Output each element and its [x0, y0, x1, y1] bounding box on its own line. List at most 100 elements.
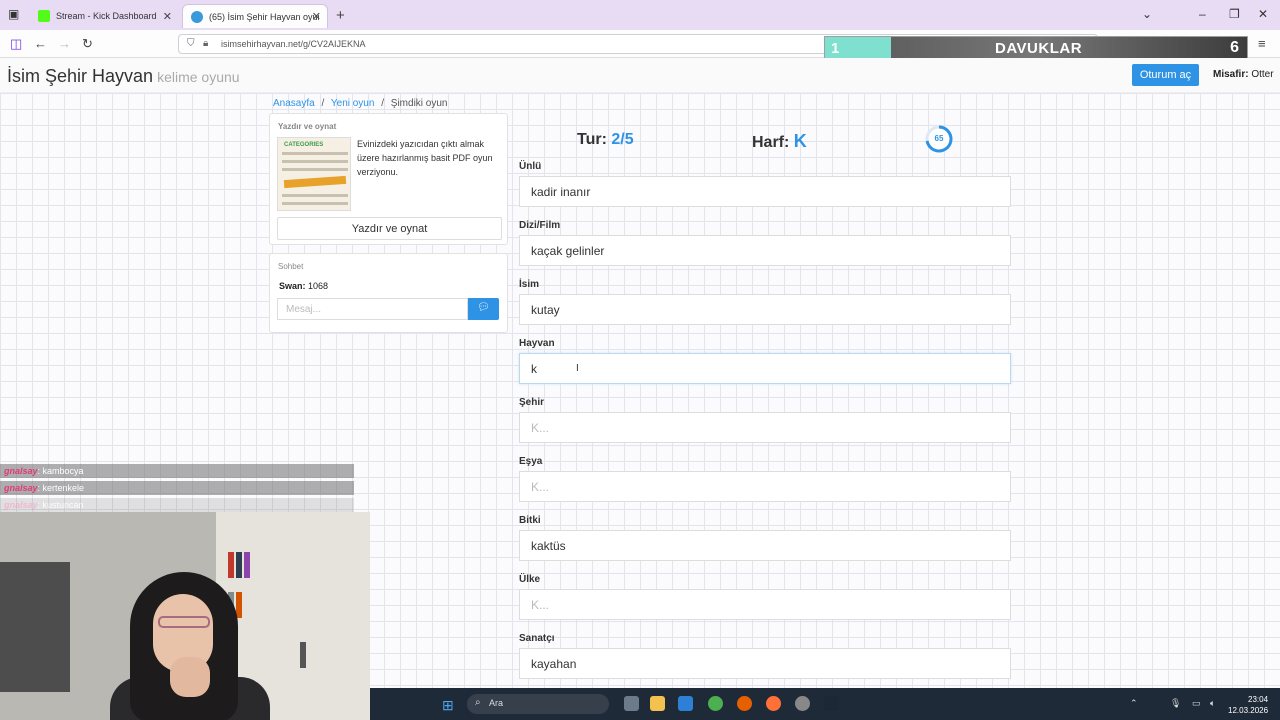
site-logo[interactable]: İsim Şehir Hayvan kelime oyunu — [7, 66, 240, 87]
letter-label: Harf: — [752, 134, 790, 151]
print-and-play-button[interactable]: Yazdır ve oynat — [277, 217, 502, 240]
maximize-icon[interactable]: ❐ — [1229, 7, 1240, 21]
url-text: isimsehirhayvan.net/g/CV2AIJEKNA — [221, 39, 366, 49]
answer-input[interactable]: kaktüs — [519, 530, 1011, 561]
sidebar-toggle-icon[interactable]: ◫ — [10, 36, 22, 52]
close-tab-icon[interactable]: ✕ — [312, 10, 321, 23]
stream-chat-user: gnalsay — [4, 483, 38, 493]
menu-icon[interactable]: ≡ — [1258, 36, 1266, 51]
panel-title: Yazdır ve oynat — [278, 122, 337, 131]
field-label: Sanatçı — [519, 633, 555, 644]
field-label: Hayvan — [519, 338, 555, 349]
field-label: Bitki — [519, 515, 541, 526]
reload-icon[interactable]: ↻ — [82, 36, 93, 52]
stream-chat-text: : kambocya — [37, 466, 84, 476]
close-tab-icon[interactable]: ✕ — [163, 10, 172, 23]
tab-overview-icon[interactable]: ▣ — [8, 7, 19, 21]
tab-title: Stream - Kick Dashboard — [56, 11, 157, 21]
stream-chat-message: gnalsay: kustuncan — [0, 498, 354, 512]
site-header: İsim Şehir Hayvan kelime oyunu Oturum aç … — [0, 58, 1280, 93]
tab-title: (65) İsim Şehir Hayvan oyununa — [209, 11, 319, 22]
stream-chat-text: : kertenkele — [37, 483, 85, 493]
stream-chat-user: gnalsay — [4, 500, 38, 510]
chat-message: Swan: 1068 — [279, 281, 328, 291]
text-cursor-icon: I — [576, 363, 579, 374]
volume-icon[interactable]: 🔈︎ — [1210, 698, 1215, 709]
tab-list-chevron-icon[interactable]: ⌄ — [1142, 7, 1152, 21]
stream-chat-message: gnalsay: kambocya — [0, 464, 354, 478]
breadcrumb-current: Şimdiki oyun — [390, 98, 448, 109]
chat-message-user: Swan: — [279, 281, 306, 291]
answer-input[interactable]: kadir inanır — [519, 176, 1011, 207]
store-icon[interactable] — [678, 696, 693, 711]
taskbar-search[interactable]: ⌕ Ara — [467, 694, 609, 714]
answer-input[interactable]: K... — [519, 589, 1011, 620]
field-label: Ünlü — [519, 161, 542, 172]
letter-indicator: Harf: K — [752, 131, 807, 152]
print-description: Evinizdeki yazıcıdan çıktı almak üzere h… — [357, 139, 493, 177]
site-favicon-icon — [191, 10, 203, 23]
shield-icon[interactable]: ⛉ — [187, 38, 195, 49]
new-tab-icon[interactable]: + — [336, 7, 345, 24]
tab-kick-dashboard[interactable]: Stream - Kick Dashboard ✕ — [30, 4, 178, 28]
guest-indicator: Misafir: Otter — [1213, 69, 1274, 80]
login-button[interactable]: Oturum aç — [1132, 64, 1199, 86]
firefox-active-icon[interactable] — [766, 696, 781, 711]
windows-start-icon[interactable]: ⊞ — [442, 697, 454, 714]
microphone-icon[interactable]: 🎙︎ — [1170, 698, 1181, 709]
webcam-feed — [0, 512, 370, 720]
tab-isim-sehir-hayvan[interactable]: (65) İsim Şehir Hayvan oyununa ✕ — [182, 4, 328, 28]
back-arrow-icon[interactable]: ← — [34, 36, 47, 51]
stream-chat-text: : kustuncan — [37, 500, 84, 510]
clock-time: 23:04 — [1248, 695, 1269, 704]
answer-input[interactable]: K... — [519, 471, 1011, 502]
speech-bubble-icon: 💬︎ — [477, 302, 490, 313]
guest-name: Otter — [1251, 69, 1274, 80]
panel-title: Sohbet — [278, 262, 304, 271]
round-value: 2/5 — [611, 131, 634, 148]
print-and-play-panel: Yazdır ve oynat CATEGORIES Evinizdeki ya… — [269, 113, 508, 245]
window-close-icon[interactable]: ✕ — [1258, 7, 1268, 21]
answer-input[interactable]: k — [519, 353, 1011, 384]
chat-message-input[interactable]: Mesaj... — [277, 298, 468, 320]
minimize-icon[interactable]: – — [1199, 7, 1206, 21]
guest-label: Misafir: — [1213, 69, 1249, 80]
round-indicator: Tur: 2/5 — [577, 131, 634, 149]
breadcrumb-home-link[interactable]: Anasayfa — [273, 98, 315, 109]
network-icon[interactable]: ▭ — [1192, 698, 1201, 709]
obs-icon[interactable] — [795, 696, 810, 711]
breadcrumb-new-game-link[interactable]: Yeni oyun — [331, 98, 375, 109]
forward-arrow-icon[interactable]: → — [58, 36, 71, 51]
answer-input[interactable]: K... — [519, 412, 1011, 443]
field-label: Eşya — [519, 456, 543, 467]
answer-input[interactable]: kayahan — [519, 648, 1011, 679]
print-thumbnail-image[interactable]: CATEGORIES — [277, 137, 351, 211]
stream-chat-message: gnalsay: kertenkele — [0, 481, 354, 495]
overlay-title: DAVUKLAR — [995, 40, 1083, 57]
clock-date: 12.03.2026 — [1228, 706, 1269, 715]
field-label: Ülke — [519, 574, 541, 585]
chat-message-text: 1068 — [308, 281, 329, 291]
steam-icon[interactable] — [824, 696, 839, 711]
tray-chevron-icon[interactable]: ⌃ — [1130, 698, 1138, 709]
answer-input[interactable]: kaçak gelinler — [519, 235, 1011, 266]
file-explorer-icon[interactable] — [650, 696, 665, 711]
breadcrumb: Anasayfa / Yeni oyun / Şimdiki oyun — [273, 98, 447, 109]
overlay-score: 6 — [1230, 39, 1239, 56]
lock-icon[interactable]: 🔒︎ — [203, 38, 208, 49]
firefox-icon[interactable] — [737, 696, 752, 711]
search-icon: ⌕ — [475, 697, 481, 708]
chrome-icon[interactable] — [708, 696, 723, 711]
stream-overlay-banner: 1 DAVUKLAR 6 — [824, 36, 1248, 60]
task-view-icon[interactable] — [624, 696, 639, 711]
answer-input[interactable]: kutay — [519, 294, 1011, 325]
stream-chat-user: gnalsay — [4, 466, 38, 476]
letter-value: K — [793, 131, 807, 151]
field-label: İsim — [519, 279, 540, 290]
chat-send-button[interactable]: 💬︎ — [468, 298, 499, 320]
breadcrumb-separator: / — [381, 98, 384, 109]
browser-tab-bar: ▣ Stream - Kick Dashboard ✕ (65) İsim Şe… — [0, 0, 1280, 30]
chat-panel: Sohbet Swan: 1068 Mesaj... 💬︎ — [269, 253, 508, 333]
logo-title: İsim Şehir Hayvan — [7, 66, 154, 86]
taskbar-clock[interactable]: 23:04 12.03.2026 — [1228, 694, 1268, 716]
